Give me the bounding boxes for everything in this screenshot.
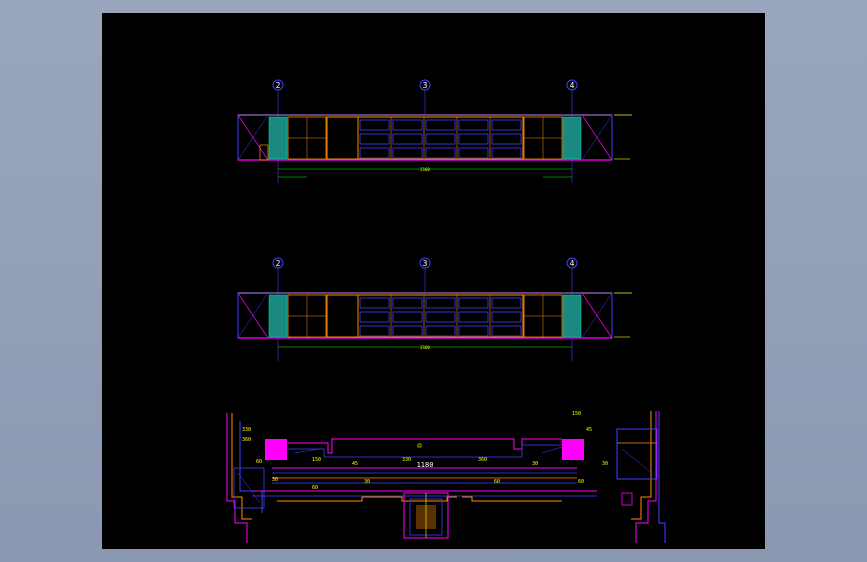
drawer-front: [458, 119, 489, 131]
right-bay: [523, 116, 563, 160]
right-bay: [523, 294, 563, 338]
section-dim-labels: 330 360 60 30 150 60 45 30 330 360 60 30 150 60 45 30: [242, 411, 608, 491]
drawer-front: [458, 147, 489, 159]
section-dim-label: 150: [572, 411, 581, 417]
section-dim-label: 150: [312, 457, 321, 463]
section-dim-label: 60: [494, 479, 500, 485]
section-dim-label: 360: [242, 437, 251, 443]
section-dim-label: 30: [602, 461, 608, 467]
cad-drawing: 2 3 4 2160 2 3 4 2160 1180 3303606030150…: [226, 79, 666, 543]
left-return: [237, 292, 269, 339]
drawer-front: [359, 297, 390, 309]
drawer-grid: [326, 116, 524, 160]
drawer-front: [491, 297, 522, 309]
drawer-front: [359, 325, 390, 337]
drawer-front: [425, 133, 456, 145]
left-column-panel: [268, 294, 288, 338]
svg-text:2160: 2160: [420, 345, 430, 350]
drawing-canvas: 2 3 4 2160 2 3 4 2160 1180 330 360 60 30…: [102, 13, 765, 549]
section-dim-label: 330: [242, 427, 251, 433]
drawer-front: [458, 297, 489, 309]
drawer-front: [392, 119, 423, 131]
plan-section: 1180 330 360 60 30 150 60 45 30 330 360 60 30 150 60 4…: [226, 411, 666, 543]
drawer-front: [491, 133, 522, 145]
left-return: [237, 114, 269, 161]
elevation-bottom: 2 3 4 2160: [237, 257, 632, 361]
left-column-panel: [268, 116, 288, 160]
svg-text:2: 2: [276, 81, 281, 90]
dimension-line: 2160: [278, 345, 572, 350]
drawer-front: [425, 325, 456, 337]
drawer-front: [458, 311, 489, 323]
svg-text:2160: 2160: [420, 167, 430, 172]
drawer-front: [425, 297, 456, 309]
drawer-front: [458, 325, 489, 337]
drawer-front: [392, 297, 423, 309]
drawer-front: [392, 147, 423, 159]
section-dim-label: 45: [352, 461, 358, 467]
drawer-front: [491, 325, 522, 337]
drawer-front: [458, 133, 489, 145]
elevation-top: 2 3 4 2160: [237, 79, 632, 183]
drawer-front: [491, 119, 522, 131]
svg-text:4: 4: [570, 81, 575, 90]
right-return: [581, 292, 613, 339]
section-dim-label: 60: [578, 479, 584, 485]
drawer-front: [359, 119, 390, 131]
section-dim-label: 330: [402, 457, 411, 463]
svg-text:1180: 1180: [417, 461, 434, 469]
drawer-front: [392, 133, 423, 145]
drawer-front: [359, 133, 390, 145]
section-dim-label: 30: [532, 461, 538, 467]
svg-text:3: 3: [423, 81, 428, 90]
svg-text:2: 2: [276, 259, 281, 268]
section-dim-label: 60: [256, 459, 262, 465]
drawer-grid: [326, 294, 524, 338]
section-dim-label: 30: [364, 479, 370, 485]
right-column-panel: [562, 116, 582, 160]
svg-text:4: 4: [570, 259, 575, 268]
drawer-front: [359, 311, 390, 323]
section-dim-label: 60: [312, 485, 318, 491]
drawer-front: [491, 147, 522, 159]
right-return: [581, 114, 613, 161]
drawer-front: [425, 147, 456, 159]
drawer-front: [359, 147, 390, 159]
left-bay: [287, 294, 327, 338]
section-dim-label: 30: [272, 477, 278, 483]
drawer-front: [392, 311, 423, 323]
left-column-block: [265, 439, 287, 460]
axis-bubble-3: 3: [419, 79, 431, 115]
left-bay: [287, 116, 327, 160]
drawer-front: [491, 311, 522, 323]
axis-bubble-3: 3: [419, 257, 431, 293]
section-dim-label: 360: [478, 457, 487, 463]
right-column-panel: [562, 294, 582, 338]
drawer-front: [425, 119, 456, 131]
right-column-block: [562, 439, 584, 460]
dimension-line: 2160: [278, 167, 572, 178]
svg-text:3: 3: [423, 259, 428, 268]
drawer-front: [392, 325, 423, 337]
section-dim-label: 45: [586, 427, 592, 433]
drawer-front: [425, 311, 456, 323]
